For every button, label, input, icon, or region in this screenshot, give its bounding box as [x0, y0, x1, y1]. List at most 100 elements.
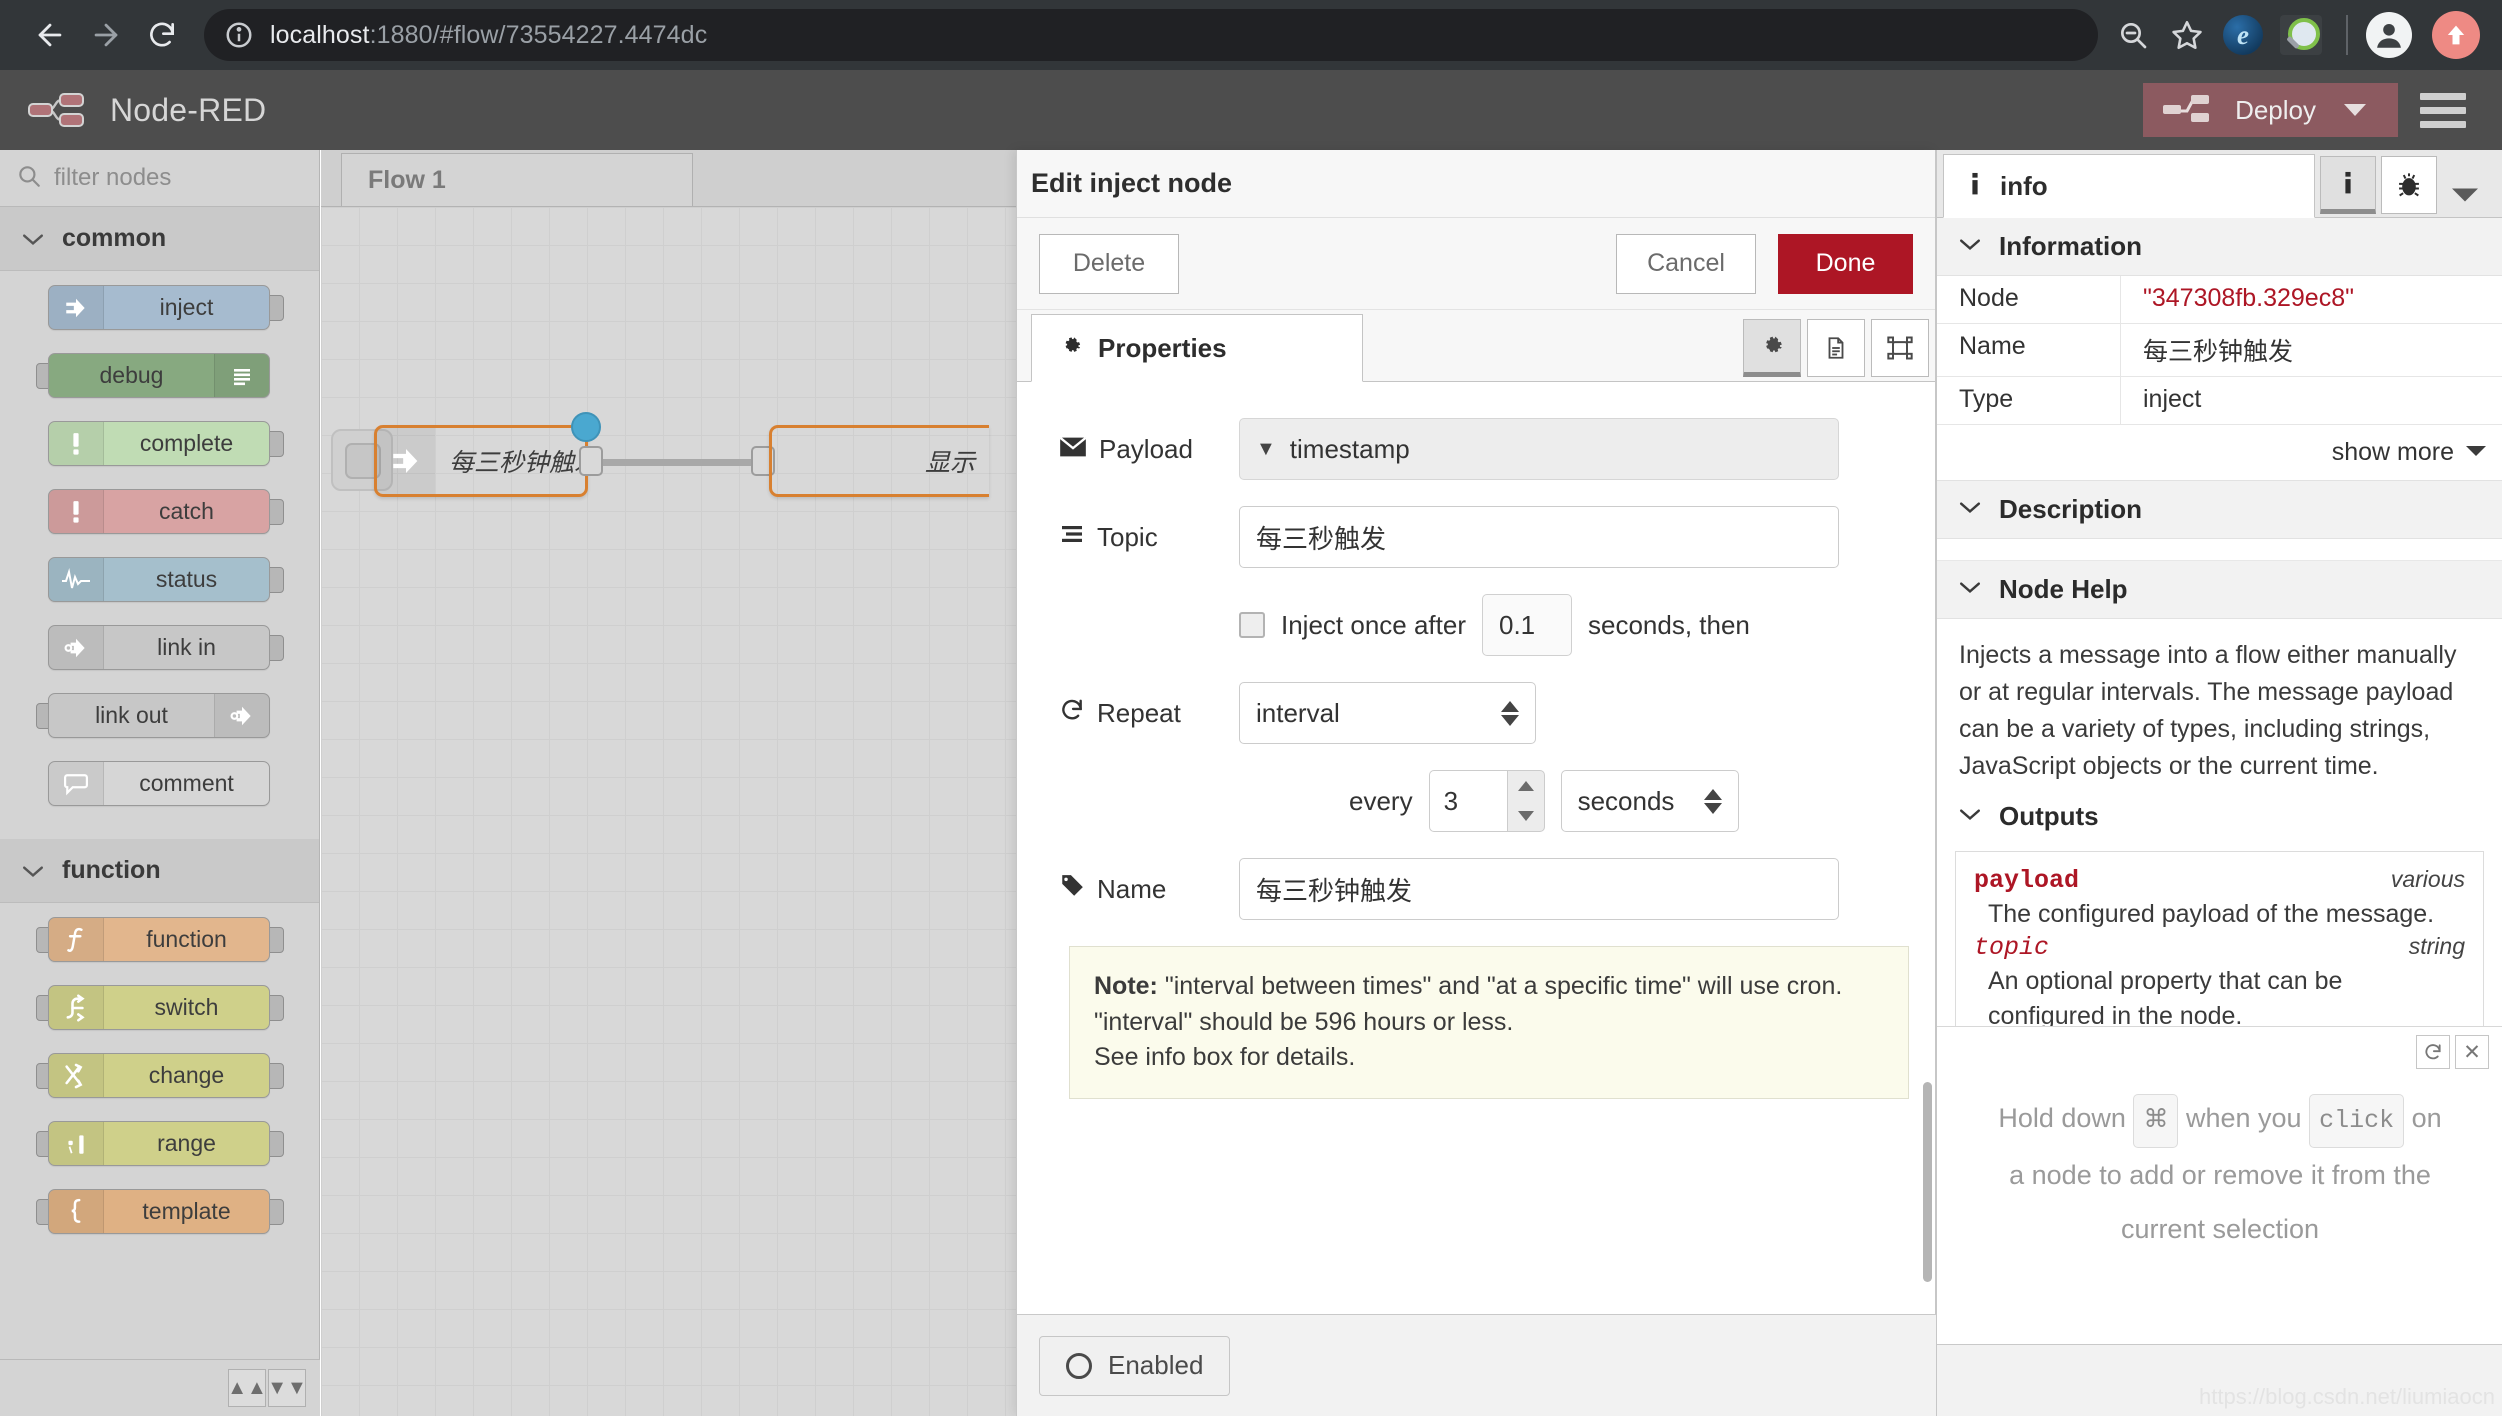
inject-once-spacer [1047, 594, 1239, 656]
sidebar-tab-info-label: info [2000, 170, 2048, 201]
done-button[interactable]: Done [1778, 233, 1913, 294]
sidebar-info-icon-button[interactable] [2320, 156, 2376, 214]
payload-label: Payload [1047, 418, 1239, 480]
palette-node-function[interactable]: function [0, 917, 319, 962]
dialog-tab-description-icon-button[interactable] [1807, 319, 1865, 377]
dialog-tab-properties-icon-button[interactable] [1743, 319, 1801, 377]
palette-node-link-out[interactable]: link out [0, 693, 319, 738]
flow-node-inject[interactable]: 每三秒钟触发 ↻ [374, 425, 588, 497]
palette-node-catch[interactable]: catch [0, 489, 319, 534]
dialog-title: Edit inject node [1017, 150, 1935, 218]
palette-category-common[interactable]: common [0, 207, 319, 271]
tab-properties[interactable]: Properties [1031, 314, 1363, 382]
zoom-out-icon[interactable] [2108, 10, 2158, 60]
repeat-icon [1059, 697, 1085, 730]
collapse-all-icon[interactable]: ▲▲ [227, 1369, 267, 1407]
every-value-input[interactable]: 3 [1428, 770, 1507, 832]
every-unit-select[interactable]: seconds [1560, 770, 1739, 832]
bang-icon [49, 490, 104, 533]
every-stepper-buttons[interactable] [1506, 770, 1545, 832]
palette-node-link-in[interactable]: link in [0, 625, 319, 670]
flow-node-debug[interactable]: 显示 [769, 425, 989, 497]
refresh-icon[interactable] [2416, 1035, 2450, 1069]
payload-select[interactable]: ▼ timestamp [1239, 418, 1839, 480]
output-item: payload various The configured payload of … [1974, 866, 2465, 933]
flow-tab-1[interactable]: Flow 1 [341, 153, 693, 206]
information-key: Node [1937, 276, 2121, 323]
section-information[interactable]: Information [1937, 218, 2502, 276]
every-group: every 3 seconds [1239, 770, 1739, 832]
every-label: every [1349, 785, 1413, 816]
sidebar-tab-info[interactable]: info [1943, 154, 2315, 218]
palette-footer: ▲▲ ▼▼ [0, 1359, 320, 1416]
expand-all-icon[interactable]: ▼▼ [267, 1369, 307, 1407]
palette-category-function[interactable]: function [0, 839, 319, 903]
section-node-help-title: Node Help [1999, 574, 2128, 604]
topic-label: Topic [1047, 506, 1239, 568]
sidebar-menu-caret-icon[interactable] [2437, 187, 2493, 203]
deploy-button[interactable]: Deploy [2143, 83, 2398, 137]
extension-e-icon[interactable]: e [2216, 8, 2270, 62]
deploy-dropdown-caret-icon[interactable] [2344, 104, 2366, 116]
toolbar-divider [2346, 15, 2348, 55]
dialog-action-bar: Delete Cancel Done [1017, 218, 1935, 310]
inject-once-seconds-input[interactable]: 0.1 [1482, 594, 1572, 656]
inject-once-checkbox[interactable] [1239, 612, 1265, 638]
show-more-row[interactable]: show more [1937, 425, 2502, 481]
flow-node-inject-output-port[interactable] [579, 446, 603, 476]
palette-node-change[interactable]: change [0, 1053, 319, 1098]
inject-once-suffix: seconds, then [1588, 609, 1750, 640]
repeat-select[interactable]: interval [1239, 682, 1536, 744]
palette-node-range[interactable]: range [0, 1121, 319, 1166]
delete-button[interactable]: Delete [1039, 233, 1179, 294]
palette-node-switch[interactable]: switch [0, 985, 319, 1030]
update-arrow-icon[interactable] [2432, 11, 2480, 59]
profile-avatar-icon[interactable] [2366, 12, 2412, 58]
enabled-label: Enabled [1108, 1350, 1204, 1380]
palette-node-debug[interactable]: debug [0, 353, 319, 398]
name-label: Name [1047, 858, 1239, 920]
reload-icon[interactable] [134, 7, 190, 63]
section-description[interactable]: Description [1937, 481, 2502, 539]
dialog-tab-appearance-icon-button[interactable] [1871, 319, 1929, 377]
sidebar-debug-icon-button[interactable] [2381, 156, 2437, 214]
chevron-updown-icon [1703, 788, 1722, 814]
note-line1: "interval between times" and "at a speci… [1157, 972, 1843, 1000]
enabled-toggle-button[interactable]: Enabled [1039, 1335, 1231, 1396]
output-name: topic [1974, 932, 2050, 962]
dialog-scrollbar[interactable] [1923, 1082, 1932, 1282]
every-value-stepper[interactable]: 3 [1428, 770, 1545, 832]
hamburger-menu-icon[interactable] [2420, 92, 2466, 128]
name-input[interactable]: 每三秒钟触发 [1239, 858, 1839, 920]
palette-node-inject[interactable]: inject [0, 285, 319, 330]
note-line2: "interval" should be 596 hours or less. [1094, 1007, 1514, 1036]
section-node-help[interactable]: Node Help [1937, 561, 2502, 619]
hint-line-3: current selection [2120, 1214, 2320, 1244]
palette-node-status[interactable]: status [0, 557, 319, 602]
output-type: various [2390, 866, 2465, 892]
sidebar-tabs: info [1937, 150, 2502, 218]
list-icon [1059, 522, 1085, 553]
cancel-button[interactable]: Cancel [1616, 233, 1756, 294]
topic-input[interactable]: 每三秒触发 [1239, 506, 1839, 568]
section-outputs-title: Outputs [1999, 800, 2099, 831]
palette-node-comment[interactable]: comment [0, 761, 319, 806]
back-arrow-icon[interactable] [22, 7, 78, 63]
switch-branch-icon [49, 986, 104, 1029]
star-icon[interactable] [2162, 10, 2212, 60]
palette-node-template[interactable]: template [0, 1189, 319, 1234]
palette-search[interactable]: filter nodes [0, 150, 319, 207]
chevron-updown-icon [1501, 700, 1519, 726]
selection-hint-panel: ✕ Hold down ⌘ when you click on a node t… [1937, 1026, 2502, 1344]
forward-arrow-icon[interactable] [78, 7, 134, 63]
field-row-every: every 3 seconds [1047, 770, 1905, 832]
flow-node-inject-label: 每三秒钟触发 ↻ [449, 449, 588, 477]
address-bar[interactable]: localhost:1880/#flow/73554227.4474dc [204, 9, 2098, 61]
section-outputs[interactable]: Outputs [1937, 791, 2502, 841]
envelope-icon [1059, 434, 1087, 465]
extension-magnifier-icon[interactable] [2274, 8, 2328, 62]
main-area: filter nodes common inject debug complete ca… [0, 150, 2502, 1416]
close-icon[interactable]: ✕ [2455, 1035, 2489, 1069]
palette-node-complete[interactable]: complete [0, 421, 319, 466]
site-info-icon[interactable] [224, 20, 254, 50]
